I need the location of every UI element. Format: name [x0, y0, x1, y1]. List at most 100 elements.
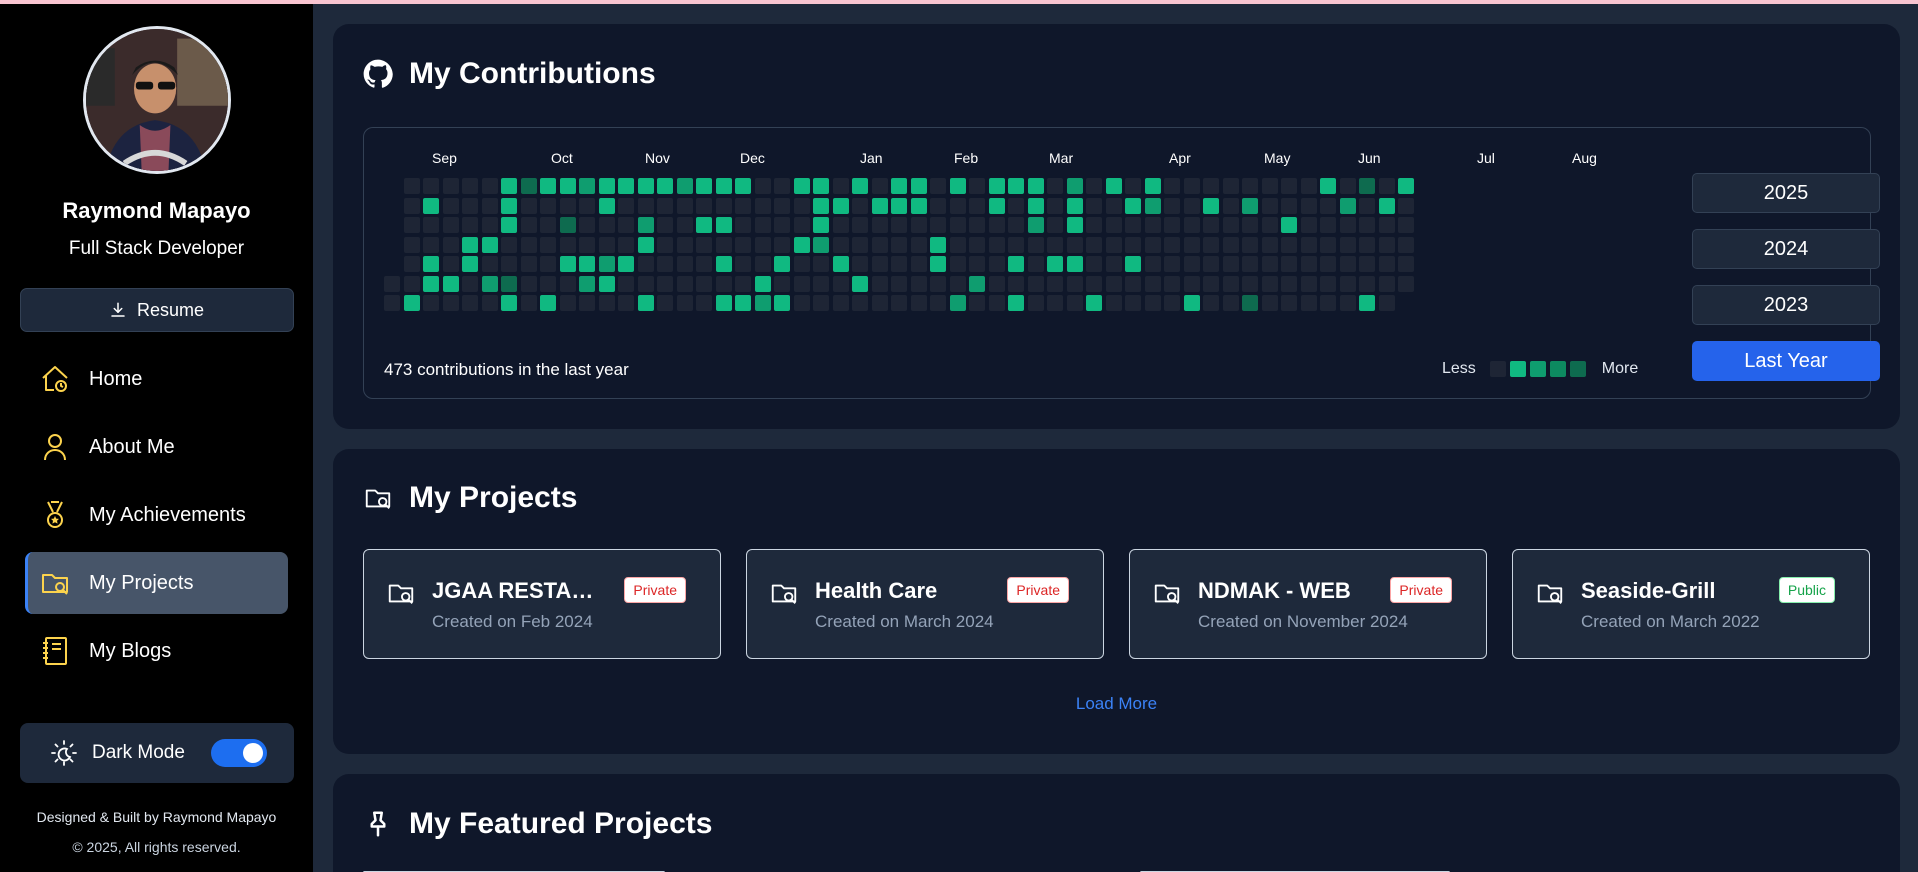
contribution-cell[interactable] [735, 178, 751, 194]
contribution-cell[interactable] [969, 256, 985, 272]
contribution-cell[interactable] [774, 178, 790, 194]
contribution-cell[interactable] [1047, 197, 1063, 214]
contribution-cell[interactable] [598, 256, 615, 272]
contribution-cell[interactable] [501, 178, 517, 194]
contribution-cell[interactable] [442, 217, 459, 233]
contribution-cell[interactable] [637, 295, 654, 311]
contribution-cell[interactable] [930, 178, 946, 194]
contribution-cell[interactable] [871, 275, 888, 292]
contribution-cell[interactable] [1066, 295, 1083, 311]
contribution-cell[interactable] [774, 217, 790, 233]
contribution-cell[interactable] [1378, 236, 1395, 253]
contribution-cell[interactable] [1066, 217, 1083, 233]
contribution-cell[interactable] [1144, 275, 1161, 292]
contribution-cell[interactable] [1164, 217, 1180, 233]
contribution-cell[interactable] [618, 295, 634, 311]
contribution-cell[interactable] [871, 178, 888, 194]
contribution-cell[interactable] [481, 275, 498, 292]
contribution-cell[interactable] [1359, 197, 1375, 214]
contribution-cell[interactable] [637, 275, 654, 292]
contribution-cell[interactable] [696, 295, 712, 311]
contribution-cell[interactable] [1183, 236, 1200, 253]
contribution-cell[interactable] [462, 295, 478, 311]
contribution-cell[interactable] [1378, 178, 1395, 194]
contribution-cell[interactable] [910, 295, 927, 311]
contribution-cell[interactable] [501, 197, 517, 214]
contribution-cell[interactable] [988, 256, 1005, 272]
contribution-cell[interactable] [657, 178, 673, 194]
contribution-cell[interactable] [598, 178, 615, 194]
contribution-cell[interactable] [462, 217, 478, 233]
contribution-cell[interactable] [1183, 178, 1200, 194]
contribution-cell[interactable] [930, 217, 946, 233]
contribution-cell[interactable] [871, 295, 888, 311]
contribution-cell[interactable] [949, 295, 966, 311]
contribution-cell[interactable] [793, 178, 810, 194]
contribution-cell[interactable] [1281, 178, 1297, 194]
contribution-cell[interactable] [715, 275, 732, 292]
contribution-cell[interactable] [481, 178, 498, 194]
contribution-cell[interactable] [618, 256, 634, 272]
contribution-cell[interactable] [462, 275, 478, 292]
contribution-cell[interactable] [1164, 197, 1180, 214]
contribution-cell[interactable] [696, 197, 712, 214]
contribution-cell[interactable] [442, 197, 459, 214]
contribution-cell[interactable] [930, 236, 946, 253]
contribution-cell[interactable] [774, 236, 790, 253]
contribution-cell[interactable] [930, 256, 946, 272]
contribution-cell[interactable] [910, 236, 927, 253]
contribution-cell[interactable] [1144, 236, 1161, 253]
contribution-cell[interactable] [813, 178, 829, 194]
contribution-cell[interactable] [1125, 217, 1141, 233]
contribution-cell[interactable] [637, 178, 654, 194]
contribution-cell[interactable] [813, 295, 829, 311]
contribution-cell[interactable] [1086, 295, 1102, 311]
contribution-cell[interactable] [793, 217, 810, 233]
contribution-cell[interactable] [1222, 178, 1239, 194]
contribution-cell[interactable] [1125, 256, 1141, 272]
contribution-cell[interactable] [423, 275, 439, 292]
contribution-cell[interactable] [559, 275, 576, 292]
contribution-cell[interactable] [442, 178, 459, 194]
nav-item-projects[interactable]: My Projects [25, 552, 288, 614]
contribution-cell[interactable] [1378, 197, 1395, 214]
contribution-cell[interactable] [618, 217, 634, 233]
contribution-cell[interactable] [676, 256, 693, 272]
contribution-cell[interactable] [949, 236, 966, 253]
contribution-cell[interactable] [579, 256, 595, 272]
contribution-cell[interactable] [949, 197, 966, 214]
contribution-cell[interactable] [891, 197, 907, 214]
contribution-cell[interactable] [657, 236, 673, 253]
contribution-cell[interactable] [1261, 178, 1278, 194]
contribution-cell[interactable] [384, 295, 400, 311]
contribution-cell[interactable] [1281, 197, 1297, 214]
contribution-cell[interactable] [969, 236, 985, 253]
contribution-cell[interactable] [1164, 275, 1180, 292]
contribution-cell[interactable] [1105, 256, 1122, 272]
contribution-cell[interactable] [1008, 275, 1024, 292]
contribution-cell[interactable] [1378, 256, 1395, 272]
contribution-cell[interactable] [910, 256, 927, 272]
contribution-cell[interactable] [1066, 178, 1083, 194]
contribution-cell[interactable] [1242, 217, 1258, 233]
contribution-cell[interactable] [696, 217, 712, 233]
contribution-cell[interactable] [1125, 275, 1141, 292]
contribution-cell[interactable] [969, 197, 985, 214]
contribution-cell[interactable] [540, 197, 556, 214]
contribution-cell[interactable] [754, 236, 771, 253]
contribution-cell[interactable] [1222, 197, 1239, 214]
contribution-cell[interactable] [676, 178, 693, 194]
contribution-cell[interactable] [403, 295, 420, 311]
contribution-cell[interactable] [1047, 295, 1063, 311]
contribution-cell[interactable] [657, 197, 673, 214]
contribution-cell[interactable] [442, 275, 459, 292]
contribution-cell[interactable] [1320, 217, 1336, 233]
contribution-cell[interactable] [1125, 236, 1141, 253]
contribution-cell[interactable] [1027, 295, 1044, 311]
contribution-cell[interactable] [813, 217, 829, 233]
contribution-cell[interactable] [969, 295, 985, 311]
contribution-cell[interactable] [559, 217, 576, 233]
contribution-cell[interactable] [754, 275, 771, 292]
contribution-cell[interactable] [1086, 178, 1102, 194]
contribution-cell[interactable] [793, 275, 810, 292]
